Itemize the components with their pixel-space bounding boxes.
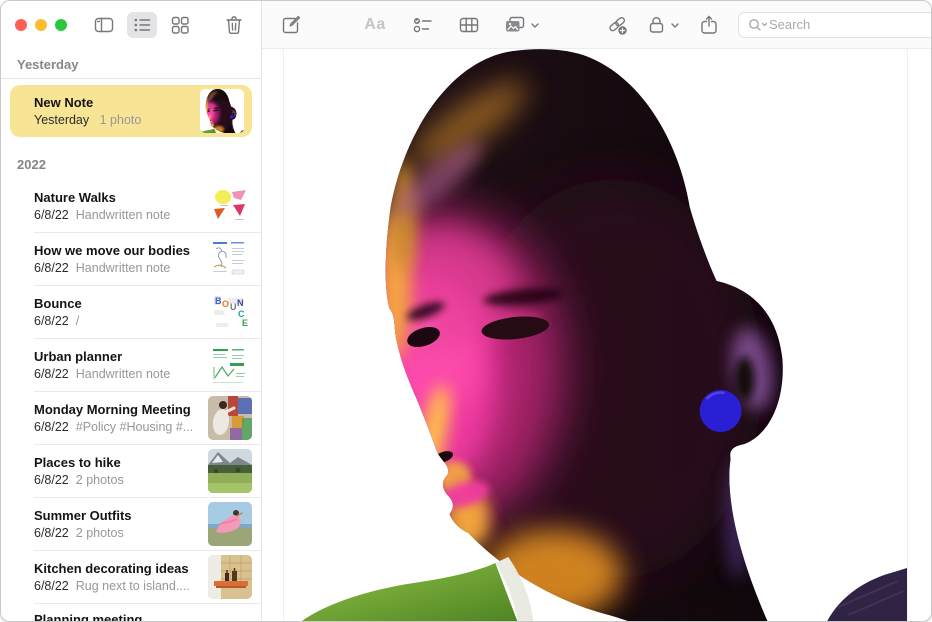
note-date: 6/8/22 [34, 367, 69, 381]
format-label: Aa [364, 16, 385, 34]
note-date: Yesterday [34, 113, 89, 127]
note-thumbnail [208, 184, 252, 228]
note-thumbnail: B O U N C E [208, 290, 252, 334]
note-title: Summer Outfits [34, 508, 200, 524]
note-date: 6/8/22 [34, 314, 69, 328]
add-link-button[interactable] [602, 12, 632, 38]
note-thumbnail [208, 237, 252, 281]
section-header: 2022 [1, 137, 261, 180]
gallery-view-button[interactable] [165, 12, 195, 38]
search-icon [747, 17, 769, 33]
note-thumbnail [208, 396, 252, 440]
chevron-down-icon [672, 24, 678, 27]
note-date: 6/8/22 [34, 420, 69, 434]
section-header: Yesterday [1, 49, 261, 78]
portrait-photo [284, 49, 907, 621]
checklist-button[interactable] [408, 12, 438, 38]
traffic-lights [15, 19, 67, 31]
link-add-icon [605, 13, 629, 37]
list-item[interactable]: Monday Morning Meeting 6/8/22 #Policy #Ho… [1, 392, 261, 444]
list-item[interactable]: Kitchen decorating ideas 6/8/22 Rug next … [1, 551, 261, 603]
list-item[interactable]: Nature Walks 6/8/22 Handwritten note [1, 180, 261, 232]
note-preview: 2 photos [76, 526, 124, 540]
table-button[interactable] [454, 12, 484, 38]
sidebar-icon [92, 13, 116, 37]
toggle-sidebar-button[interactable] [89, 12, 119, 38]
note-thumbnail [208, 502, 252, 546]
search-input[interactable] [769, 17, 932, 32]
trash-icon [222, 13, 246, 37]
new-note-button[interactable] [276, 12, 306, 38]
toolbar-note-section: Aa [262, 1, 932, 49]
chevron-down-icon [532, 24, 538, 27]
format-button[interactable]: Aa [360, 12, 390, 38]
share-button[interactable] [694, 12, 724, 38]
note-thumbnail [208, 343, 252, 387]
note-title: Monday Morning Meeting [34, 402, 200, 418]
note-date: 6/8/22 [34, 526, 69, 540]
table-icon [457, 13, 481, 37]
note-date: 6/8/22 [34, 473, 69, 487]
note-preview: Rug next to island.... [76, 579, 190, 593]
note-date: 6/8/22 [34, 208, 69, 222]
search-field[interactable] [738, 12, 932, 38]
divider [1, 78, 261, 79]
note-list-sidebar: Yesterday New Note Yesterday 1 photo 202… [1, 49, 262, 621]
thumb-letter: N [237, 298, 244, 308]
list-item-selected[interactable]: New Note Yesterday 1 photo [10, 85, 252, 137]
note-preview: 2 photos [76, 473, 124, 487]
list-item[interactable]: Summer Outfits 6/8/22 2 photos [1, 498, 261, 550]
thumb-letter: B [215, 296, 222, 306]
thumb-letter: E [242, 318, 248, 328]
note-title: How we move our bodies [34, 243, 200, 259]
note-preview: Handwritten note [76, 367, 171, 381]
thumb-letter: O [222, 299, 229, 309]
list-view-button[interactable] [127, 12, 157, 38]
delete-note-button[interactable] [219, 12, 249, 38]
note-thumbnail [208, 555, 252, 599]
note-preview: / [76, 314, 79, 328]
compose-icon [279, 13, 303, 37]
note-title: Places to hike [34, 455, 200, 471]
list-item[interactable]: Bounce 6/8/22 / B O U N C E [1, 286, 261, 338]
note-title: Planning meeting [34, 612, 244, 621]
note-preview: Handwritten note [76, 261, 171, 275]
notes-window: Aa [0, 0, 932, 622]
toolbar: Aa [1, 1, 931, 49]
list-item[interactable]: Urban planner 6/8/22 Handwritten note [1, 339, 261, 391]
lock-icon [646, 13, 684, 37]
note-title: Kitchen decorating ideas [34, 561, 200, 577]
note-title: New Note [34, 95, 192, 111]
toolbar-sidebar-section [1, 1, 262, 49]
note-thumbnail [200, 89, 244, 133]
photos-icon [502, 13, 542, 37]
note-title: Bounce [34, 296, 200, 312]
checklist-icon [411, 13, 435, 37]
media-button[interactable] [502, 12, 542, 38]
gallery-view-icon [168, 13, 192, 37]
lock-button[interactable] [646, 12, 684, 38]
list-item[interactable]: Planning meeting [1, 604, 261, 621]
zoom-button[interactable] [55, 19, 67, 31]
note-preview: 1 photo [100, 113, 142, 127]
share-icon [697, 13, 721, 37]
note-title: Nature Walks [34, 190, 200, 206]
minimize-button[interactable] [35, 19, 47, 31]
close-button[interactable] [15, 19, 27, 31]
note-content-area[interactable] [262, 49, 931, 621]
note-date: 6/8/22 [34, 579, 69, 593]
note-preview: #Policy #Housing #... [76, 420, 193, 434]
photo-attachment[interactable] [283, 49, 908, 621]
note-date: 6/8/22 [34, 261, 69, 275]
note-title: Urban planner [34, 349, 200, 365]
list-item[interactable]: Places to hike 6/8/22 2 photos [1, 445, 261, 497]
note-thumbnail [208, 449, 252, 493]
list-view-icon [130, 13, 154, 37]
thumb-letter: U [230, 302, 237, 312]
list-item[interactable]: How we move our bodies 6/8/22 Handwritten… [1, 233, 261, 285]
note-preview: Handwritten note [76, 208, 171, 222]
